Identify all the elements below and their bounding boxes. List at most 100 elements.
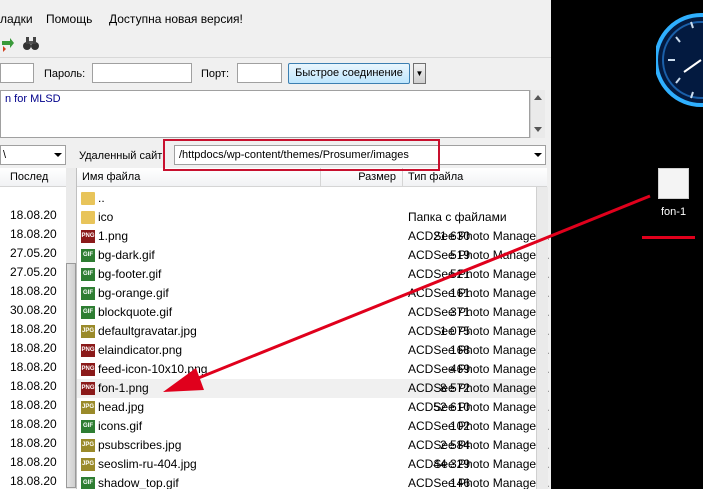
username-field[interactable]	[0, 63, 34, 83]
file-type: ACDSee Photo Manager...	[408, 381, 550, 395]
file-type: ACDSee Photo Manager...	[408, 267, 550, 281]
local-row-date: 18.08.20	[10, 398, 57, 412]
file-name: icons.gif	[98, 419, 143, 433]
file-type: ACDSee Photo Manager...	[408, 286, 550, 300]
password-label: Пароль:	[44, 68, 86, 80]
gif-file-icon: GIF	[81, 306, 95, 319]
file-row[interactable]: JPG psubscribes.jpg 2 584 ACDSee Photo Mana…	[77, 436, 549, 455]
file-row[interactable]: PNG elaindicator.png 168 ACDSee Photo Manag…	[77, 341, 549, 360]
menu-item-update[interactable]: Доступна новая версия!	[109, 12, 243, 26]
local-path-field[interactable]: \	[0, 145, 66, 165]
file-row[interactable]: GIF bg-footer.gif 521 ACDSee Photo Manager.…	[77, 265, 549, 284]
file-row[interactable]: JPG seoslim-ru-404.jpg 44 329 ACDSee Photo …	[77, 455, 549, 474]
png-file-icon: PNG	[81, 363, 95, 376]
file-type: ACDSee Photo Manager...	[408, 476, 550, 489]
file-row[interactable]: GIF icons.gif 102 ACDSee Photo Manager...	[77, 417, 549, 436]
file-type: Папка с файлами	[408, 210, 507, 224]
annotation-underline	[642, 236, 695, 239]
folder-icon	[81, 192, 95, 205]
chevron-down-icon[interactable]	[54, 153, 62, 157]
column-header-modified[interactable]: Послед	[0, 168, 66, 187]
log-scrollbar[interactable]	[530, 90, 545, 138]
sync-browse-icon[interactable]	[0, 36, 16, 52]
chevron-down-icon[interactable]	[534, 153, 542, 157]
file-name: seoslim-ru-404.jpg	[98, 457, 197, 471]
file-name: blockquote.gif	[98, 305, 173, 319]
jpg-file-icon: JPG	[81, 458, 95, 471]
gif-file-icon: GIF	[81, 287, 95, 300]
password-field[interactable]	[92, 63, 192, 83]
column-label-type: Тип файла	[408, 171, 464, 183]
file-type: ACDSee Photo Manager...	[408, 305, 550, 319]
local-row-date: 18.08.20	[10, 360, 57, 374]
file-type: ACDSee Photo Manager...	[408, 400, 550, 414]
port-label: Порт:	[201, 68, 229, 80]
quickconnect-bar: Пароль: Порт: Быстрое соединение ▼	[0, 58, 551, 90]
file-row[interactable]: GIF shadow_top.gif 146 ACDSee Photo Manager…	[77, 474, 549, 489]
file-row[interactable]: PNG 1.png 21 630 ACDSee Photo Manager...	[77, 227, 549, 246]
file-type: ACDSee Photo Manager...	[408, 419, 550, 433]
local-path-value: \	[3, 149, 7, 161]
file-row[interactable]: JPG head.jpg 52 610 ACDSee Photo Manager...	[77, 398, 549, 417]
file-type: ACDSee Photo Manager...	[408, 457, 550, 471]
quickconnect-button[interactable]: Быстрое соединение	[288, 63, 410, 84]
png-file-icon: PNG	[81, 382, 95, 395]
desktop-file-icon[interactable]	[658, 168, 689, 199]
file-row[interactable]: JPG defaultgravatar.jpg 1 075 ACDSee Photo …	[77, 322, 549, 341]
file-name: shadow_top.gif	[98, 476, 179, 489]
port-field[interactable]	[237, 63, 282, 83]
search-binoculars-icon[interactable]	[23, 35, 39, 51]
jpg-file-icon: JPG	[81, 401, 95, 414]
local-row-date: 18.08.20	[10, 436, 57, 450]
file-row[interactable]: GIF blockquote.gif 371 ACDSee Photo Manager…	[77, 303, 549, 322]
file-name: feed-icon-10x10.png	[98, 362, 208, 376]
pane-splitter[interactable]	[66, 168, 76, 489]
log-line: n for MLSD	[5, 93, 61, 105]
chevron-down-icon: ▼	[415, 69, 424, 78]
jpg-file-icon: JPG	[81, 325, 95, 338]
menu-item-help[interactable]: Помощь	[46, 12, 92, 26]
remote-site-label: Удаленный сайт:	[79, 150, 166, 162]
toolbar	[0, 31, 551, 58]
file-type: ACDSee Photo Manager...	[408, 248, 550, 262]
file-type: ACDSee Photo Manager...	[408, 438, 550, 452]
local-file-list: Послед 18.08.20 18.08.20 27.05.20 27.05.20 1…	[0, 168, 67, 489]
local-scrollbar[interactable]	[66, 168, 76, 489]
local-row-date: 18.08.20	[10, 474, 57, 488]
file-name: defaultgravatar.jpg	[98, 324, 197, 338]
local-row-date: 30.08.20	[10, 303, 57, 317]
gif-file-icon: GIF	[81, 477, 95, 489]
file-name: psubscribes.jpg	[98, 438, 182, 452]
local-row-date: 18.08.20	[10, 208, 57, 222]
file-row[interactable]: GIF bg-orange.gif 161 ACDSee Photo Manager.…	[77, 284, 549, 303]
file-name: 1.png	[98, 229, 129, 243]
file-row[interactable]: PNG fon-1.png 8 572 ACDSee Photo Manager...	[77, 379, 549, 398]
local-row-date: 18.08.20	[10, 227, 57, 241]
desktop-file-label[interactable]: fon-1	[661, 206, 686, 218]
local-scrollbar-thumb[interactable]	[66, 263, 76, 488]
file-name: fon-1.png	[98, 381, 149, 395]
path-highlight-frame	[163, 139, 440, 171]
message-log: n for MLSD	[0, 90, 530, 138]
file-row[interactable]: GIF bg-dark.gif 519 ACDSee Photo Manager...	[77, 246, 549, 265]
quickconnect-history-dropdown[interactable]: ▼	[413, 63, 426, 84]
local-row-date: 18.08.20	[10, 322, 57, 336]
file-row[interactable]: PNG feed-icon-10x10.png 469 ACDSee Photo Ma…	[77, 360, 549, 379]
desktop-clock-gadget	[656, 13, 703, 107]
menu-item-bookmarks[interactable]: ладки	[0, 12, 33, 26]
remote-scrollbar[interactable]	[536, 187, 548, 489]
scroll-up-icon[interactable]	[534, 95, 542, 100]
file-name: bg-dark.gif	[98, 248, 155, 262]
png-file-icon: PNG	[81, 344, 95, 357]
file-row[interactable]: ico Папка с файлами	[77, 208, 536, 227]
local-row-date: 18.08.20	[10, 379, 57, 393]
file-name: bg-orange.gif	[98, 286, 169, 300]
local-row-date: 18.08.20	[10, 284, 57, 298]
local-row-date: 27.05.20	[10, 265, 57, 279]
scroll-down-icon[interactable]	[534, 127, 542, 132]
local-row-date: 18.08.20	[10, 341, 57, 355]
file-row[interactable]: ..	[77, 189, 536, 208]
remote-file-list: Имя файла Размер Тип файла .. ico Папка с …	[76, 168, 549, 489]
file-type: ACDSee Photo Manager...	[408, 229, 550, 243]
file-type: ACDSee Photo Manager...	[408, 343, 550, 357]
